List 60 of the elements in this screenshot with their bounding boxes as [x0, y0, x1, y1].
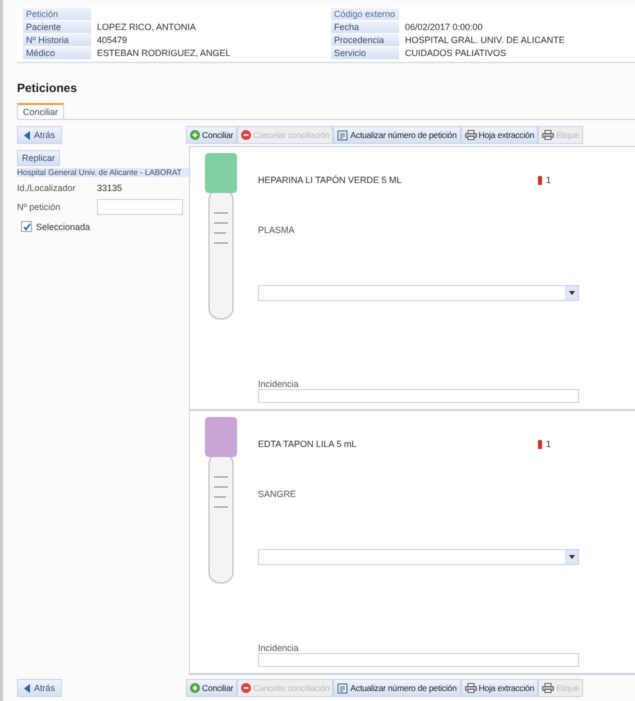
toolbar-button[interactable]: Hoja extracción — [460, 126, 538, 144]
toolbar-button[interactable]: Conciliar — [186, 679, 238, 697]
field-label: Incidencia — [258, 643, 300, 653]
add-icon — [190, 130, 200, 140]
sample-type: PLASMA — [258, 225, 296, 235]
field-value: LOPEZ RICO, ANTONIA — [96, 21, 197, 33]
section-title: Peticiones — [17, 81, 78, 95]
toolbar-button[interactable]: Conciliar — [186, 126, 238, 144]
request-number-field[interactable] — [97, 199, 183, 215]
field-label: Nº Historia — [23, 34, 91, 46]
replicate-button[interactable]: Replicar — [17, 150, 60, 166]
toolbar-button[interactable]: Hoja extracción — [460, 679, 538, 697]
back-button[interactable]: Atrás — [17, 679, 62, 697]
dropdown-caret-icon — [568, 291, 574, 295]
field-value: 405479 — [96, 34, 128, 46]
field-label: Id./Localizador — [17, 183, 77, 193]
field-label: Fecha — [331, 21, 399, 33]
field-value: 06/02/2017 0:00:00 — [404, 21, 484, 33]
remove-icon — [241, 683, 252, 693]
tube-marker-icon — [538, 440, 542, 448]
tab[interactable]: Conciliar — [17, 103, 64, 119]
printer-icon — [464, 130, 477, 140]
toolbar-button[interactable]: Actualizar número de petición — [333, 126, 461, 144]
field-value: ESTEBAN RODRIGUEZ, ANGEL — [96, 47, 232, 59]
checkbox-label: Seleccionada — [36, 222, 90, 232]
incidence-field[interactable] — [258, 389, 579, 403]
checkbox[interactable] — [21, 221, 32, 232]
back-arrow-icon — [24, 684, 30, 692]
dropdown-field[interactable] — [258, 285, 579, 301]
field-label: Paciente — [23, 21, 91, 33]
back-arrow-icon — [24, 130, 30, 140]
laboratory-label: Hospital General Univ. de Alicante - LABORAT — [17, 168, 189, 177]
remove-icon — [241, 130, 252, 140]
tube-name: HEPARINA LI TAPÓN VERDE 5 ML — [258, 175, 402, 185]
add-icon — [190, 683, 200, 693]
tube-count: 1 — [546, 175, 551, 185]
field-label: Servicio — [331, 47, 399, 59]
field-label: Incidencia — [258, 379, 300, 389]
field-value: 33135 — [97, 183, 122, 193]
toolbar-button[interactable]: Actualizar número de petición — [333, 679, 461, 697]
incidence-field[interactable] — [258, 653, 579, 667]
header-title: Código externo — [331, 8, 399, 20]
form-icon — [337, 682, 348, 694]
field-value: CUIDADOS PALIATIVOS — [404, 47, 508, 59]
tube-marker-icon — [538, 176, 542, 184]
field-label: Procedencia — [331, 34, 399, 46]
tube-name: EDTA TAPON LILA 5 mL — [258, 439, 357, 449]
sample-type: SANGRE — [258, 489, 298, 499]
printer-icon — [464, 683, 477, 693]
form-icon — [337, 130, 348, 140]
dropdown-caret-icon — [568, 555, 574, 559]
dropdown-field[interactable] — [258, 549, 579, 565]
printer-icon — [542, 130, 554, 140]
back-button[interactable]: Atrás — [17, 126, 62, 144]
printer-icon — [542, 683, 554, 693]
tube-count: 1 — [546, 439, 551, 449]
field-label: Médico — [23, 47, 91, 59]
header-title: Petición — [23, 8, 91, 20]
field-value: HOSPITAL GRAL. UNIV. DE ALICANTE — [404, 34, 566, 46]
field-label: Nº petición — [17, 202, 62, 212]
